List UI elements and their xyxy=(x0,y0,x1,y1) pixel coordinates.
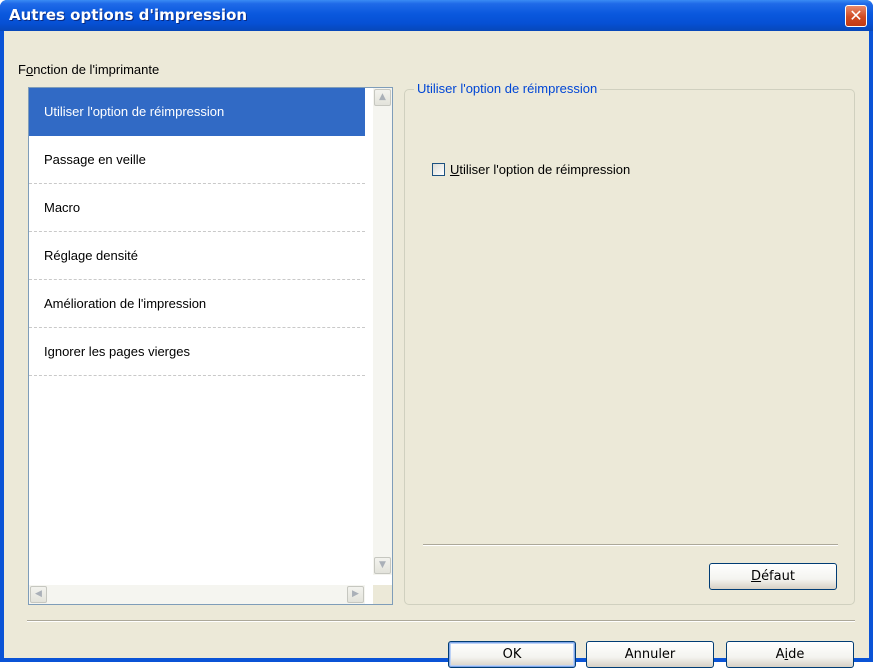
function-list-item[interactable]: Ignorer les pages vierges xyxy=(29,328,365,376)
cancel-button[interactable]: Annuler xyxy=(586,641,714,668)
reprint-checkbox[interactable] xyxy=(432,163,445,176)
printer-function-label: Fonction de l'imprimante xyxy=(18,62,160,77)
default-button[interactable]: Défaut xyxy=(709,563,837,590)
function-list[interactable]: Utiliser l'option de réimpression Passage… xyxy=(28,87,393,605)
reprint-checkbox-label[interactable]: Utiliser l'option de réimpression xyxy=(450,162,630,177)
function-list-item[interactable]: Macro xyxy=(29,184,365,232)
groupbox-legend: Utiliser l'option de réimpression xyxy=(414,81,601,96)
ok-button[interactable]: OK xyxy=(448,641,576,668)
scroll-right-arrow-icon[interactable]: ▶ xyxy=(347,586,364,603)
reprint-checkbox-row[interactable]: Utiliser l'option de réimpression xyxy=(432,162,630,177)
window-title: Autres options d'impression xyxy=(9,6,248,24)
scroll-up-arrow-icon[interactable]: ▲ xyxy=(374,89,391,106)
help-button[interactable]: Aide xyxy=(726,641,854,668)
horizontal-scrollbar[interactable]: ◀ ▶ xyxy=(29,585,365,604)
function-list-items: Utiliser l'option de réimpression Passage… xyxy=(29,88,365,376)
scroll-left-arrow-icon[interactable]: ◀ xyxy=(30,586,47,603)
function-list-item[interactable]: Utiliser l'option de réimpression xyxy=(29,88,365,136)
dialog-client-area: Fonction de l'imprimante Utiliser l'opti… xyxy=(4,31,869,668)
dialog-window: Autres options d'impression ✕ Fonction d… xyxy=(0,0,873,668)
function-list-item[interactable]: Réglage densité xyxy=(29,232,365,280)
scroll-down-arrow-icon[interactable]: ▼ xyxy=(374,557,391,574)
close-icon[interactable]: ✕ xyxy=(845,5,867,27)
groupbox-separator xyxy=(423,544,838,546)
scrollbar-corner xyxy=(373,585,392,604)
dialog-separator xyxy=(27,620,855,622)
title-bar[interactable]: Autres options d'impression ✕ xyxy=(0,0,873,31)
function-list-item[interactable]: Amélioration de l'impression xyxy=(29,280,365,328)
function-list-item[interactable]: Passage en veille xyxy=(29,136,365,184)
vertical-scrollbar[interactable]: ▲ ▼ xyxy=(373,88,392,575)
